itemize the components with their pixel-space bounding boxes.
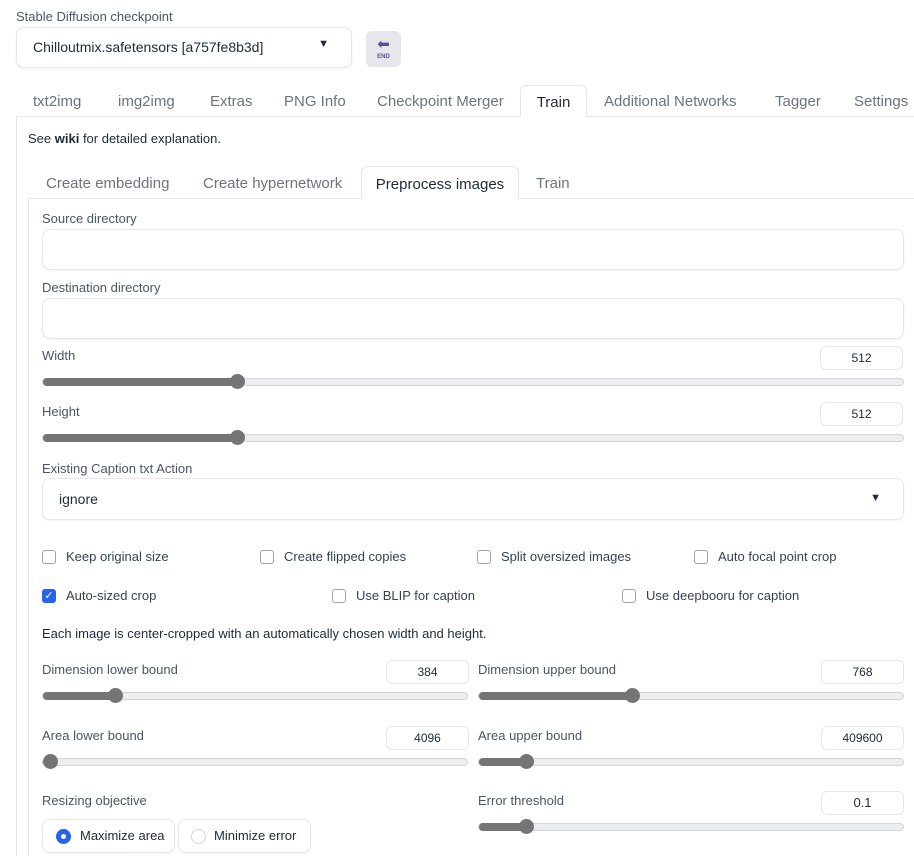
dim-lower-slider-thumb[interactable]: [108, 688, 124, 703]
width-label: Width: [42, 348, 76, 363]
destination-directory-input[interactable]: [42, 298, 904, 339]
error-threshold-number-input[interactable]: 0.1: [821, 791, 904, 815]
chevron-down-icon: ▼: [318, 38, 329, 50]
wiki-note: See wiki for detailed explanation.: [28, 131, 221, 146]
checkbox-auto-sized-crop[interactable]: ✓ Auto-sized crop: [42, 588, 156, 603]
tab-png-info[interactable]: PNG Info: [284, 93, 346, 110]
checkbox-icon[interactable]: [260, 549, 274, 564]
subtab-preprocess-images[interactable]: Preprocess images: [361, 166, 519, 199]
dim-upper-slider-thumb[interactable]: [624, 688, 640, 703]
area-lower-label: Area lower bound: [42, 728, 144, 743]
area-upper-number-input[interactable]: [821, 726, 904, 750]
checkbox-split-oversized-images[interactable]: Split oversized images: [477, 549, 631, 564]
caption-action-value: ignore: [59, 491, 98, 507]
tab-extras[interactable]: Extras: [210, 93, 253, 110]
checkbox-auto-focal-point-crop[interactable]: Auto focal point crop: [694, 549, 837, 564]
tab-txt2img[interactable]: txt2img: [33, 93, 81, 110]
width-slider[interactable]: [42, 374, 904, 389]
tab-img2img[interactable]: img2img: [118, 93, 175, 110]
radio-maximize-area[interactable]: Maximize area: [42, 819, 175, 853]
area-lower-slider[interactable]: [42, 754, 468, 769]
tab-train[interactable]: Train: [520, 85, 587, 117]
checkbox-icon[interactable]: [332, 588, 346, 603]
source-directory-input[interactable]: [42, 229, 904, 270]
dim-lower-number-input[interactable]: [386, 660, 469, 684]
tab-settings[interactable]: Settings: [854, 93, 908, 110]
dim-upper-label: Dimension upper bound: [478, 662, 617, 677]
source-directory-label: Source directory: [42, 211, 137, 226]
caption-action-label: Existing Caption txt Action: [42, 461, 193, 476]
checkbox-use-deepbooru-for-caption[interactable]: Use deepbooru for caption: [622, 588, 799, 603]
height-number-input[interactable]: [820, 402, 903, 426]
checkpoint-dropdown[interactable]: Chilloutmix.safetensors [a757fe8b3d] ▼: [16, 27, 352, 68]
error-threshold-slider-thumb[interactable]: [518, 819, 534, 834]
error-threshold-label: Error threshold: [478, 793, 564, 808]
height-label: Height: [42, 404, 80, 419]
dim-upper-number-input[interactable]: [821, 660, 904, 684]
height-slider[interactable]: [42, 430, 904, 445]
area-lower-number-input[interactable]: [386, 726, 469, 750]
radio-selected-icon: [56, 829, 71, 844]
checkpoint-value: Chilloutmix.safetensors [a757fe8b3d]: [33, 39, 264, 55]
subtab-train[interactable]: Train: [536, 175, 570, 192]
area-upper-slider[interactable]: [478, 754, 904, 769]
area-upper-slider-thumb[interactable]: [518, 754, 534, 769]
width-number-input[interactable]: [820, 346, 903, 370]
checkbox-keep-original-size[interactable]: Keep original size: [42, 549, 169, 564]
chevron-down-icon: ▼: [870, 492, 881, 504]
checkbox-checked-icon[interactable]: ✓: [42, 588, 56, 603]
tab-tagger[interactable]: Tagger: [775, 93, 821, 110]
autosize-note: Each image is center-cropped with an aut…: [42, 626, 487, 641]
caption-action-dropdown[interactable]: ignore ▼: [42, 478, 904, 520]
checkbox-icon[interactable]: [694, 549, 708, 564]
wiki-link[interactable]: wiki: [55, 131, 80, 146]
checkbox-create-flipped-copies[interactable]: Create flipped copies: [260, 549, 406, 564]
radio-minimize-error[interactable]: Minimize error: [178, 819, 311, 853]
checkpoint-label: Stable Diffusion checkpoint: [16, 9, 173, 24]
error-threshold-slider[interactable]: [478, 819, 904, 834]
subtab-create-embedding[interactable]: Create embedding: [46, 175, 169, 192]
checkbox-icon[interactable]: [42, 549, 56, 564]
dim-lower-label: Dimension lower bound: [42, 662, 178, 677]
checkbox-icon[interactable]: [477, 549, 491, 564]
dim-lower-slider[interactable]: [42, 688, 468, 703]
radio-unselected-icon: [191, 829, 206, 844]
destination-directory-label: Destination directory: [42, 280, 161, 295]
dim-upper-slider[interactable]: [478, 688, 904, 703]
checkbox-icon[interactable]: [622, 588, 636, 603]
tab-checkpoint-merger[interactable]: Checkpoint Merger: [377, 93, 504, 110]
area-upper-label: Area upper bound: [478, 728, 583, 743]
checkbox-use-blip-for-caption[interactable]: Use BLIP for caption: [332, 588, 475, 603]
arrow-end-icon: ⬅: [377, 36, 390, 53]
refresh-checkpoint-button[interactable]: ⬅ END: [366, 31, 401, 67]
area-lower-slider-thumb[interactable]: [43, 754, 58, 769]
tab-additional-networks[interactable]: Additional Networks: [604, 93, 737, 110]
subtab-create-hypernetwork[interactable]: Create hypernetwork: [203, 175, 342, 192]
resizing-objective-label: Resizing objective: [42, 793, 147, 808]
